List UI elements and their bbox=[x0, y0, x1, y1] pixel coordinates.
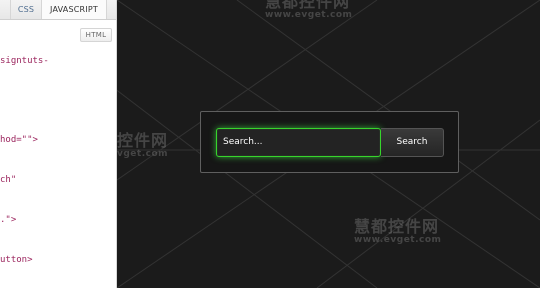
tab-css[interactable]: CSS bbox=[11, 0, 42, 19]
tab-collapsed[interactable] bbox=[0, 0, 11, 19]
code-line-5: ."> bbox=[0, 215, 17, 226]
code-content[interactable]: signtuts- hod=""> ch" ."> utton> bbox=[0, 28, 116, 288]
code-line-6: utton> bbox=[0, 255, 33, 266]
preview-area: 慧都控件网 www.evget.com 控件网 vget.com 慧都控件网 w… bbox=[117, 0, 540, 288]
search-button[interactable]: Search bbox=[381, 128, 444, 157]
code-editor-panel: CSS JAVASCRIPT HTML signtuts- hod=""> ch… bbox=[0, 0, 117, 288]
code-line-1: signtuts- bbox=[0, 55, 49, 66]
tab-javascript[interactable]: JAVASCRIPT bbox=[42, 0, 107, 19]
search-input[interactable]: Search... bbox=[216, 128, 381, 157]
code-line-3: hod=""> bbox=[0, 135, 38, 146]
code-line-4: ch" bbox=[0, 175, 17, 186]
search-widget: Search... Search bbox=[200, 111, 459, 173]
editor-tabs: CSS JAVASCRIPT bbox=[0, 0, 116, 20]
